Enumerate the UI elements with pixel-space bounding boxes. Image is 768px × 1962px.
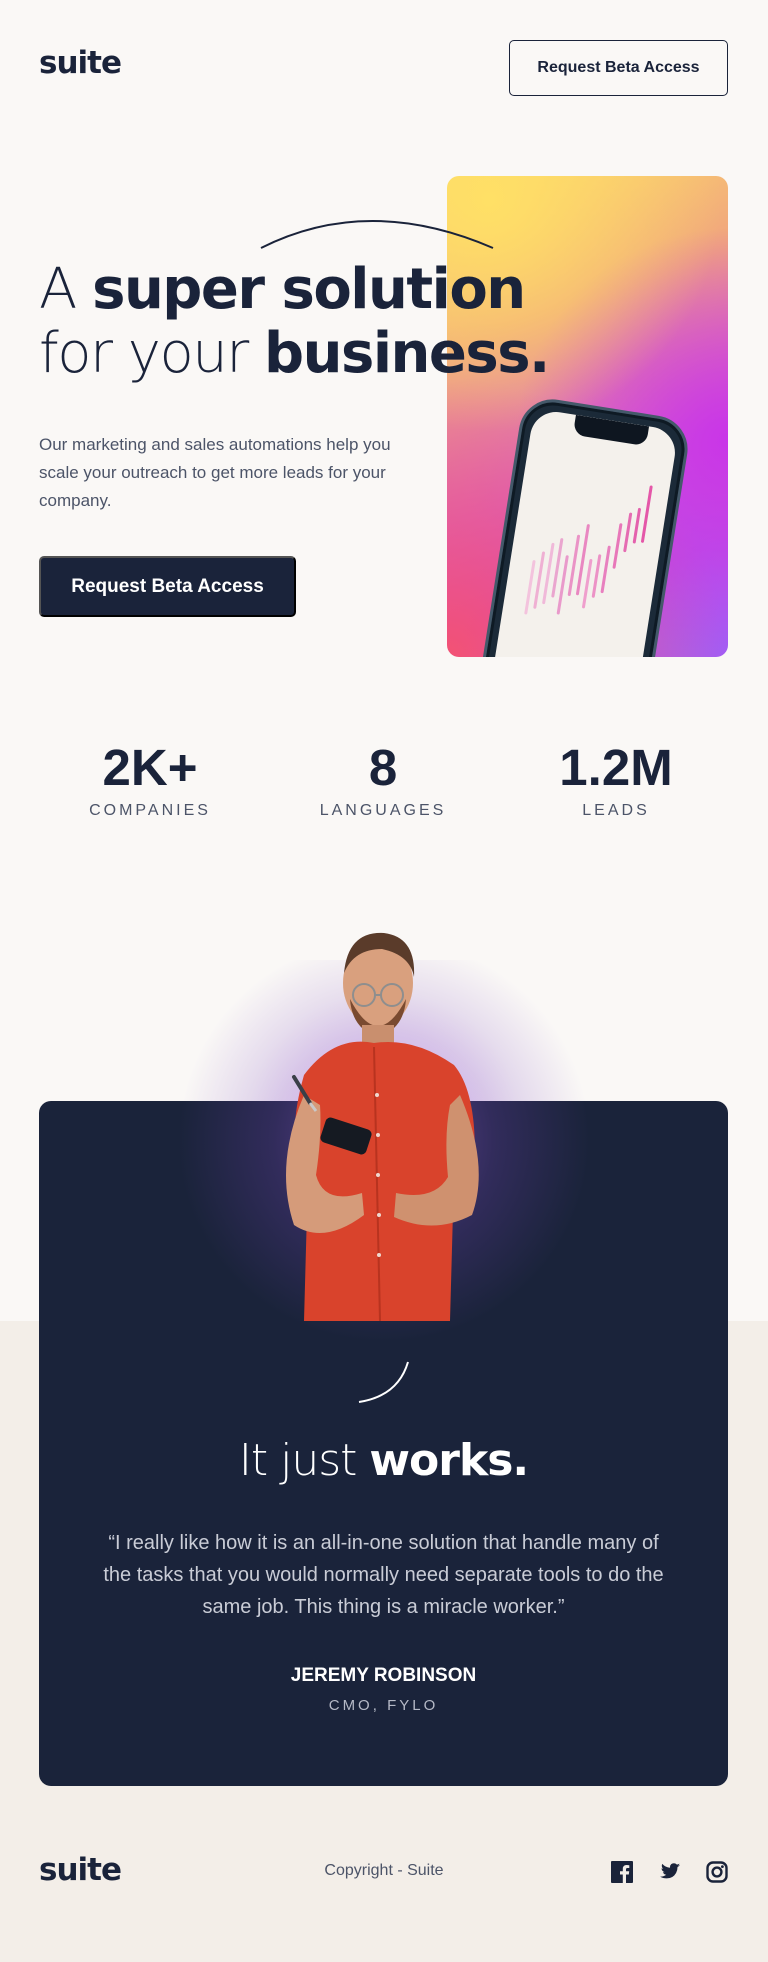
testimonial-person-photo <box>286 932 479 1321</box>
hero-headline: A super solution for your business. <box>39 258 599 386</box>
phone-notch <box>572 414 650 447</box>
hero-headline-bold-1: super solution <box>92 257 526 322</box>
phone-illustration <box>477 394 693 657</box>
decorative-arc <box>260 220 494 249</box>
hero-request-access-button[interactable]: Request Beta Access <box>39 556 296 617</box>
facebook-icon[interactable] <box>611 1861 633 1883</box>
testimonial-author-role: CMO, FYLO <box>328 1697 439 1714</box>
stat-companies: 2K+ COMPANIES <box>50 738 250 820</box>
testimonial-title: It just works. <box>39 1434 728 1488</box>
copyright-text: Copyright - Suite <box>324 1862 444 1879</box>
footer-logo[interactable]: suite <box>39 1852 122 1888</box>
stat-languages: 8 LANGUAGES <box>283 738 483 820</box>
site-logo[interactable]: suite <box>39 45 122 81</box>
stat-label: LANGUAGES <box>319 802 447 819</box>
stat-value: 8 <box>368 739 398 796</box>
phone-screen <box>489 408 679 657</box>
stat-leads: 1.2M LEADS <box>516 738 716 820</box>
testimonial-title-bold: works. <box>369 1435 529 1486</box>
header-request-access-button[interactable]: Request Beta Access <box>509 40 728 96</box>
instagram-icon[interactable] <box>706 1861 728 1883</box>
hero-headline-bold-2: business. <box>264 321 550 386</box>
stat-label: LEADS <box>582 802 650 819</box>
hero-description: Our marketing and sales automations help… <box>39 435 391 510</box>
testimonial-title-light: It just <box>238 1435 370 1486</box>
testimonial-quote: “I really like how it is an all-in-one s… <box>103 1532 664 1618</box>
decorative-arc <box>358 1361 409 1403</box>
stat-value: 2K+ <box>102 739 198 796</box>
stat-value: 1.2M <box>559 739 673 796</box>
hero-headline-light-2: for your <box>39 321 265 386</box>
stat-label: COMPANIES <box>89 802 211 819</box>
twitter-icon[interactable] <box>659 1861 681 1883</box>
testimonial-author-name: JEREMY ROBINSON <box>290 1665 477 1686</box>
hero-headline-light-1: A <box>39 257 93 322</box>
